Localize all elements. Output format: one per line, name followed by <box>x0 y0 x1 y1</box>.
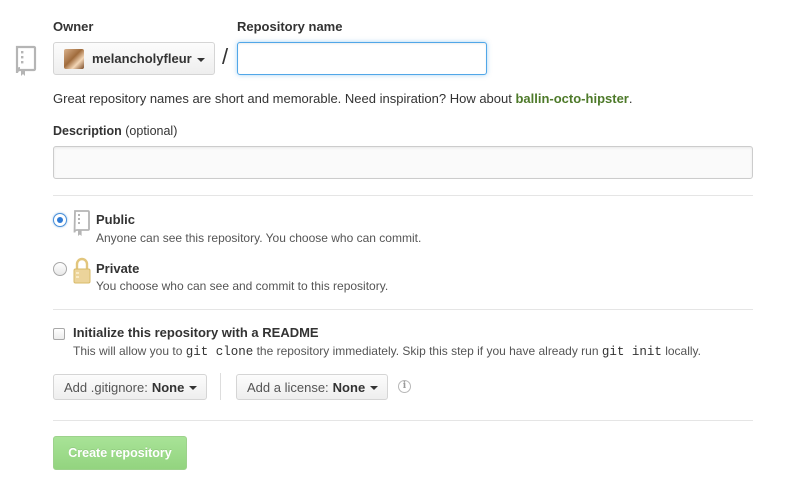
owner-selected: melancholyfleur <box>92 51 192 66</box>
readme-desc-1: This will allow you to <box>73 344 186 358</box>
avatar <box>64 48 84 69</box>
readme-title: Initialize this repository with a README <box>73 325 319 340</box>
hint-end: . <box>628 91 633 106</box>
private-description: You choose who can see and commit to thi… <box>96 279 389 293</box>
readme-code-init: git init <box>601 345 662 359</box>
divider <box>53 309 753 310</box>
gitignore-select[interactable]: Add .gitignore: None <box>53 374 207 400</box>
description-label-text: Description <box>53 124 122 138</box>
license-select[interactable]: Add a license: None <box>236 374 388 400</box>
readme-code-clone: git clone <box>185 345 254 359</box>
owner-dropdown[interactable]: melancholyfleur <box>53 42 215 75</box>
private-radio[interactable] <box>53 262 67 276</box>
divider <box>53 195 753 196</box>
public-description: Anyone can see this repository. You choo… <box>96 231 422 245</box>
description-label: Description (optional) <box>53 124 177 138</box>
repository-name-input[interactable] <box>237 42 487 75</box>
info-icon[interactable]: i <box>398 380 411 393</box>
hint-text: Great repository names are short and mem… <box>53 91 516 106</box>
readme-desc-2: the repository immediately. Skip this st… <box>253 344 602 358</box>
caret-down-icon <box>189 386 198 390</box>
repo-book-icon <box>14 45 38 77</box>
suggestion-link[interactable]: ballin-octo-hipster <box>515 91 628 106</box>
caret-down-icon <box>196 57 205 62</box>
description-input[interactable] <box>53 146 753 179</box>
select-divider <box>220 373 221 400</box>
divider <box>53 420 753 421</box>
owner-repo-separator: / <box>222 44 229 69</box>
gitignore-value: None <box>151 379 185 395</box>
lock-icon <box>72 256 92 289</box>
license-value: None <box>332 379 366 395</box>
public-title: Public <box>96 212 136 227</box>
readme-desc-3: locally. <box>661 344 701 358</box>
repository-name-label: Repository name <box>237 19 343 34</box>
private-title: Private <box>96 261 140 276</box>
public-radio[interactable] <box>53 213 67 227</box>
gitignore-label: Add .gitignore: <box>64 379 148 395</box>
readme-description: This will allow you to git clone the rep… <box>73 344 701 359</box>
readme-checkbox[interactable] <box>53 328 65 340</box>
owner-label: Owner <box>53 19 94 34</box>
description-optional: (optional) <box>125 124 178 138</box>
create-repository-button[interactable]: Create repository <box>53 436 187 470</box>
public-repo-icon <box>72 209 92 240</box>
caret-down-icon <box>370 386 379 390</box>
name-hint: Great repository names are short and mem… <box>53 91 632 106</box>
license-label: Add a license: <box>247 379 329 395</box>
